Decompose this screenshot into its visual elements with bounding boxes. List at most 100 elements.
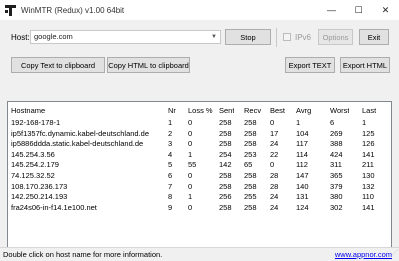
table-row[interactable]: 108.170.236.173 7 0 258 258 28 140 379 132 bbox=[8, 182, 391, 192]
cell-loss: 55 bbox=[188, 160, 197, 170]
column-header-nr[interactable]: Nr bbox=[168, 106, 176, 116]
cell-hostname: 145.254.3.56 bbox=[11, 149, 55, 159]
stop-button[interactable]: Stop bbox=[225, 29, 271, 45]
cell-loss: 0 bbox=[188, 118, 193, 127]
cell-recv: 258 bbox=[244, 171, 257, 180]
column-header-loss[interactable]: Loss % bbox=[188, 106, 213, 116]
cell-best: 17 bbox=[270, 128, 279, 138]
cell-worst: 365 bbox=[330, 171, 343, 180]
window-title: WinMTR (Redux) v1.00 64bit bbox=[21, 5, 125, 15]
host-label: Host: bbox=[11, 33, 30, 42]
cell-worst: 380 bbox=[330, 192, 343, 202]
column-header-hostname[interactable]: Hostname bbox=[11, 106, 45, 116]
cell-avrg: 112 bbox=[296, 160, 308, 170]
cell-nr: 6 bbox=[168, 171, 173, 180]
cell-sent: 258 bbox=[219, 171, 232, 180]
minimize-button[interactable]: — bbox=[318, 0, 345, 20]
cell-loss: 1 bbox=[188, 192, 193, 202]
column-header-best[interactable]: Best bbox=[270, 106, 285, 116]
cell-recv: 258 bbox=[244, 139, 257, 149]
column-header-worst[interactable]: Worst bbox=[330, 106, 349, 116]
cell-best: 22 bbox=[270, 149, 279, 159]
maximize-button[interactable]: ☐ bbox=[345, 0, 372, 20]
cell-hostname: ip5f1357fc.dynamic.kabel-deutschland.de bbox=[11, 128, 150, 138]
cell-best: 28 bbox=[270, 171, 279, 180]
results-table[interactable]: Hostname Nr Loss % Sent Recv Best Avrg Worst Las… bbox=[7, 101, 392, 261]
options-button[interactable]: Options bbox=[318, 29, 353, 45]
table-row[interactable]: ip5f1357fc.dynamic.kabel-deutschland.de 2… bbox=[8, 129, 391, 139]
window-controls: — ☐ ✕ bbox=[318, 0, 399, 20]
options-button-label: Options bbox=[322, 32, 349, 42]
cell-worst: 6 bbox=[330, 118, 335, 127]
copy-html-button[interactable]: Copy HTML to clipboard bbox=[107, 57, 190, 73]
cell-best: 24 bbox=[270, 139, 279, 149]
cell-hostname: 74.125.32.52 bbox=[11, 171, 55, 180]
main-panel: Host: google.com ▼ Stop IPv6 Options Exi… bbox=[0, 20, 399, 261]
cell-recv: 255 bbox=[244, 192, 257, 202]
title-bar: WinMTR (Redux) v1.00 64bit — ☐ ✕ bbox=[0, 0, 399, 20]
cell-recv: 65 bbox=[244, 160, 253, 170]
cell-loss: 0 bbox=[188, 202, 193, 212]
cell-last: 1 bbox=[362, 118, 367, 127]
cell-avrg: 117 bbox=[296, 139, 308, 149]
column-header-recv[interactable]: Recv bbox=[244, 106, 261, 116]
chevron-down-icon[interactable]: ▼ bbox=[208, 31, 220, 43]
resize-grip-icon[interactable]: ⋰ bbox=[392, 247, 398, 260]
cell-worst: 424 bbox=[330, 149, 343, 159]
maximize-icon: ☐ bbox=[354, 4, 363, 15]
cell-worst: 379 bbox=[330, 181, 343, 191]
cell-best: 24 bbox=[270, 202, 279, 212]
cell-sent: 258 bbox=[219, 128, 232, 138]
table-row[interactable]: 142.250.214.193 8 1 256 255 24 131 380 110 bbox=[8, 192, 391, 202]
cell-loss: 0 bbox=[188, 181, 193, 191]
table-row[interactable]: 192-168-178-1 1 0 258 258 0 1 6 1 bbox=[8, 118, 391, 128]
table-row[interactable]: ip5886ddda.static.kabel-deutschland.de 3 0… bbox=[8, 139, 391, 149]
host-combobox[interactable]: google.com ▼ bbox=[30, 30, 221, 44]
exit-button[interactable]: Exit bbox=[359, 29, 389, 45]
status-text: Double click on host name for more infor… bbox=[3, 250, 163, 259]
cell-hostname: 142.250.214.193 bbox=[11, 192, 68, 202]
table-row[interactable]: 145.254.3.56 4 1 254 253 22 114 424 141 bbox=[8, 150, 391, 160]
cell-loss: 0 bbox=[188, 139, 193, 149]
cell-sent: 254 bbox=[219, 149, 232, 159]
cell-last: 110 bbox=[362, 192, 374, 202]
ipv6-checkbox[interactable] bbox=[283, 33, 291, 41]
column-header-last[interactable]: Last bbox=[362, 106, 376, 116]
cell-best: 24 bbox=[270, 192, 279, 202]
column-header-avrg[interactable]: Avrg bbox=[296, 106, 311, 116]
cell-nr: 1 bbox=[168, 118, 173, 127]
cell-last: 211 bbox=[362, 160, 374, 170]
table-row[interactable]: 145.254.2.179 5 55 142 65 0 112 311 211 bbox=[8, 160, 391, 170]
close-button[interactable]: ✕ bbox=[372, 0, 399, 20]
column-header-sent[interactable]: Sent bbox=[219, 106, 234, 116]
cell-nr: 2 bbox=[168, 128, 173, 138]
cell-nr: 5 bbox=[168, 160, 173, 170]
table-row[interactable]: fra24s06-in-f14.1e100.net 9 0 258 258 24 124 30… bbox=[8, 203, 391, 213]
export-text-button[interactable]: Export TEXT bbox=[285, 57, 335, 73]
cell-avrg: 131 bbox=[296, 192, 309, 202]
copy-text-label: Copy Text to clipboard bbox=[20, 60, 96, 70]
export-html-button[interactable]: Export HTML bbox=[340, 57, 390, 73]
export-html-label: Export HTML bbox=[342, 60, 388, 70]
cell-last: 125 bbox=[362, 128, 375, 138]
cell-recv: 258 bbox=[244, 202, 257, 212]
copy-text-button[interactable]: Copy Text to clipboard bbox=[11, 57, 105, 73]
table-row[interactable]: 74.125.32.52 6 0 258 258 28 147 365 130 bbox=[8, 171, 391, 181]
cell-sent: 258 bbox=[219, 202, 232, 212]
cell-nr: 4 bbox=[168, 149, 173, 159]
cell-avrg: 124 bbox=[296, 202, 309, 212]
cell-best: 0 bbox=[270, 118, 275, 127]
cell-sent: 258 bbox=[219, 139, 232, 149]
cell-sent: 142 bbox=[219, 160, 232, 170]
cell-last: 130 bbox=[362, 171, 375, 180]
cell-loss: 0 bbox=[188, 171, 193, 180]
website-link[interactable]: www.appnor.com bbox=[335, 248, 392, 261]
export-text-label: Export TEXT bbox=[288, 60, 332, 70]
divider bbox=[276, 28, 277, 47]
cell-worst: 388 bbox=[330, 139, 343, 149]
cell-worst: 269 bbox=[330, 128, 343, 138]
stop-button-label: Stop bbox=[240, 32, 256, 42]
cell-sent: 258 bbox=[219, 118, 232, 127]
cell-hostname: 145.254.2.179 bbox=[11, 160, 59, 170]
cell-hostname: fra24s06-in-f14.1e100.net bbox=[11, 202, 97, 212]
